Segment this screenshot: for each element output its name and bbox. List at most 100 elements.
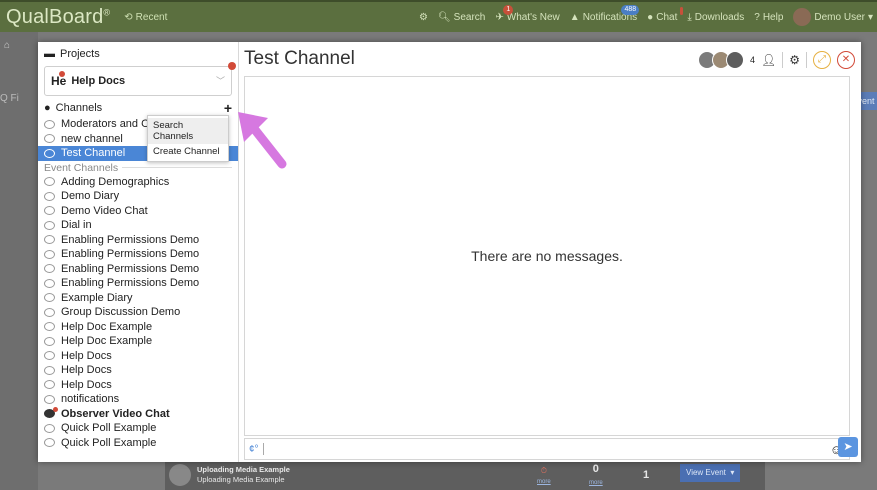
downloads-button[interactable]: ⤓ Downloads: [687, 12, 744, 23]
chat-bubble-icon: [44, 394, 55, 404]
folder-icon: ▬: [44, 48, 55, 60]
chat-button[interactable]: ● Chat: [647, 6, 684, 23]
view-event-button[interactable]: View Event ▾: [680, 464, 741, 482]
channel-label: Quick Poll Example: [61, 422, 157, 434]
close-icon[interactable]: ✕: [837, 51, 855, 69]
message-area: There are no messages.: [244, 76, 850, 436]
channel-label: Enabling Permissions Demo: [61, 233, 200, 246]
notifications-badge: 488: [621, 4, 640, 15]
member-count: 4: [749, 55, 755, 65]
chat-bubble-icon: [44, 380, 55, 390]
channel-sidebar: ▬ Projects He Help Docs ﹀ ● Channels + M…: [38, 42, 239, 462]
download-icon: ⤓: [687, 11, 692, 23]
event-channel-item[interactable]: Quick Poll Example: [38, 436, 238, 451]
event-channel-item[interactable]: Help Docs: [38, 378, 238, 393]
channel-label: Demo Diary: [61, 190, 120, 202]
chat-bubble-icon: [44, 249, 55, 259]
channel-label: Enabling Permissions Demo: [61, 262, 200, 275]
brand-logo[interactable]: QualBoard®: [6, 6, 110, 29]
add-user-icon[interactable]: 👤︎: [761, 53, 776, 67]
channel-label: Moderators and O: [61, 118, 150, 130]
event-channel-item[interactable]: Help Docs: [38, 349, 238, 364]
event-channel-item[interactable]: Example Diary: [38, 291, 238, 306]
project-select[interactable]: He Help Docs ﹀: [44, 66, 232, 96]
help-icon: ?: [754, 11, 760, 23]
chat-bubble-icon: [44, 322, 55, 332]
project-initials: He: [51, 71, 66, 88]
member-avatars[interactable]: [697, 51, 744, 69]
chat-bubble-icon: ●: [44, 102, 51, 114]
channel-label: Example Diary: [61, 291, 133, 304]
settings-icon[interactable]: ⚙: [419, 12, 428, 23]
divider: [782, 52, 784, 68]
home-icon: ⌂: [4, 40, 11, 51]
event-thumbnail: [169, 464, 191, 486]
channel-label: Help Docs: [61, 378, 112, 391]
channel-label: Quick Poll Example: [61, 436, 157, 449]
pointer-arrow-icon: [238, 112, 287, 169]
event-channel-item[interactable]: Enabling Permissions Demo: [38, 247, 238, 262]
mention-icon[interactable]: ¢°: [249, 444, 259, 455]
event-count-1: 0: [592, 463, 599, 475]
background-search-hint: Q Fi: [0, 93, 19, 104]
event-channel-item[interactable]: Demo Diary: [38, 189, 238, 204]
send-button[interactable]: ➤: [838, 437, 858, 457]
text-cursor: [262, 443, 264, 455]
channel-label: Help Docs: [61, 349, 112, 362]
event-channel-item[interactable]: Help Doc Example: [38, 334, 238, 349]
channel-modal: ▬ Projects He Help Docs ﹀ ● Channels + M…: [38, 42, 861, 462]
chat-bubble-icon: [44, 407, 58, 419]
divider: [806, 52, 807, 68]
chat-bubble-icon: [44, 438, 55, 448]
message-input[interactable]: ¢° ☺: [244, 438, 850, 460]
event-channel-item[interactable]: Observer Video Chat: [38, 407, 238, 422]
channel-label: Group Discussion Demo: [61, 306, 181, 318]
event-channel-item[interactable]: notifications: [38, 392, 238, 407]
event-channel-item[interactable]: Help Doc Example: [38, 320, 238, 335]
chat-bubble-icon: [44, 351, 55, 361]
event-channels-label: Event Channels: [38, 161, 238, 175]
channel-menu-popup: Search Channels Create Channel: [147, 115, 229, 162]
channel-label: Adding Demographics: [61, 175, 170, 188]
expand-icon[interactable]: ⤢: [813, 51, 831, 69]
chat-bubble-icon: [44, 264, 55, 274]
chat-bubble-icon: [44, 293, 55, 303]
notifications-button[interactable]: ▲ Notifications 488: [570, 4, 640, 23]
channel-label: notifications: [61, 393, 120, 405]
history-icon: ⟲: [124, 11, 133, 23]
event-channel-item[interactable]: Dial in: [38, 218, 238, 233]
channel-label: Demo Video Chat: [61, 204, 148, 217]
event-channel-item[interactable]: Enabling Permissions Demo: [38, 276, 238, 291]
chat-bubble-icon: [44, 278, 55, 288]
event-channel-item[interactable]: Enabling Permissions Demo: [38, 233, 238, 248]
search-channels-option[interactable]: Search Channels: [148, 118, 228, 144]
help-button[interactable]: ? Help: [754, 12, 783, 23]
chat-bubble-icon: [44, 235, 55, 245]
event-channel-item[interactable]: Adding Demographics: [38, 175, 238, 190]
add-channel-button[interactable]: +: [224, 100, 232, 116]
search-icon: 🔍︎: [437, 11, 451, 23]
whats-new-button[interactable]: ✈ 1 What's New: [495, 4, 560, 23]
recent-button[interactable]: ⟲ Recent: [124, 12, 167, 23]
channel-label: Dial in: [61, 219, 92, 231]
chat-icon: ●: [647, 11, 654, 23]
create-channel-option[interactable]: Create Channel: [148, 144, 228, 159]
channel-label: Enabling Permissions Demo: [61, 248, 200, 260]
clock-icon: ⏱ more: [537, 465, 551, 485]
chat-bubble-icon: [44, 365, 55, 375]
channel-main: Test Channel 4 👤︎ ⚙ ⤢ ✕ There are no mes…: [239, 42, 861, 462]
gear-icon[interactable]: ⚙: [789, 53, 800, 67]
event-channel-item[interactable]: Demo Video Chat: [38, 204, 238, 219]
page-title: Test Channel: [244, 48, 355, 69]
event-channel-item[interactable]: Quick Poll Example: [38, 421, 238, 436]
avatar: [793, 8, 812, 26]
chat-bubble-icon: [44, 220, 55, 230]
chevron-down-icon: ﹀: [215, 76, 225, 86]
event-channel-item[interactable]: Help Docs: [38, 363, 238, 378]
user-menu[interactable]: Demo User ▾: [793, 8, 873, 26]
avatar: [725, 51, 744, 69]
search-button[interactable]: 🔍︎ Search: [438, 12, 485, 23]
event-channel-item[interactable]: Group Discussion Demo: [38, 305, 238, 320]
chat-bubble-icon: [44, 307, 55, 317]
event-channel-item[interactable]: Enabling Permissions Demo: [38, 262, 238, 277]
